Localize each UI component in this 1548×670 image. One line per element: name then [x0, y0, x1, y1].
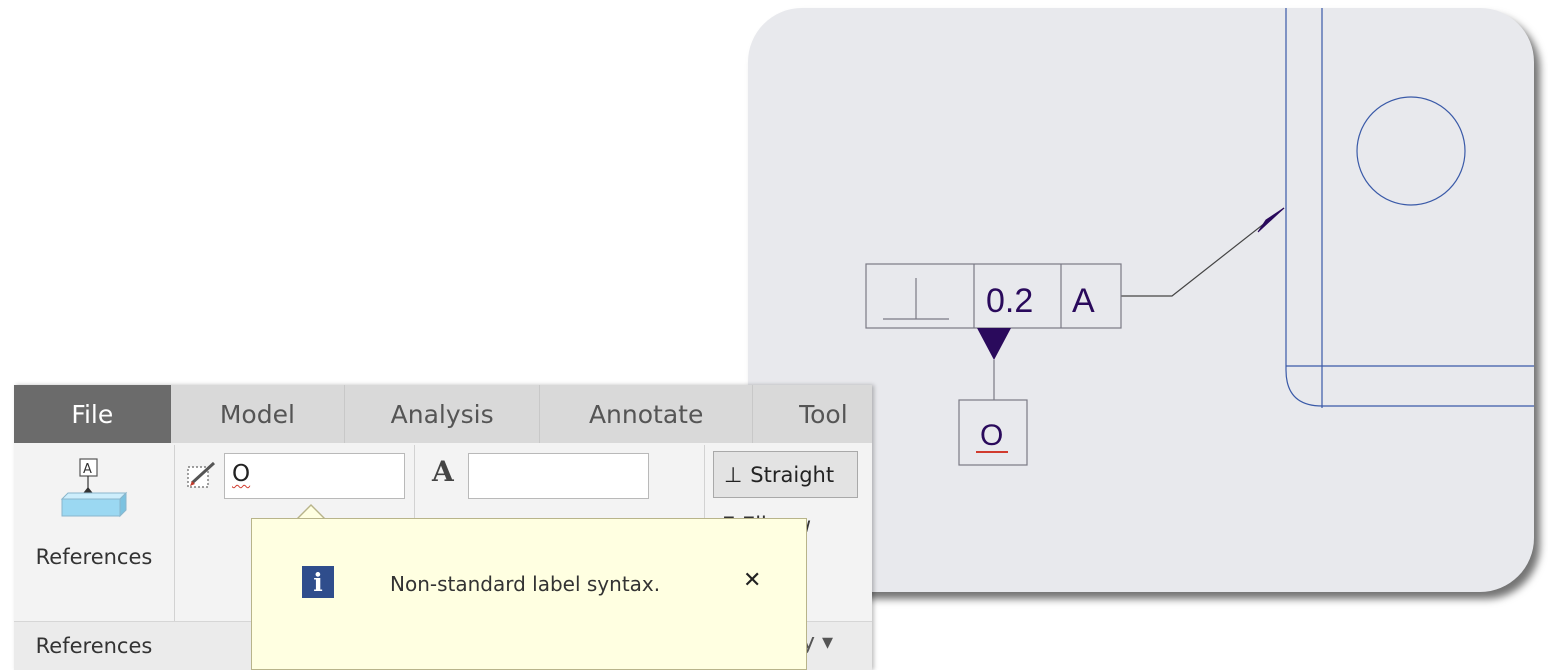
text-input[interactable] — [468, 453, 649, 499]
syntax-warning-tooltip: i Non-standard label syntax. ✕ — [251, 518, 807, 670]
tab-model[interactable]: Model — [171, 385, 346, 443]
svg-text:A: A — [83, 462, 92, 477]
edit-pencil-icon — [186, 461, 220, 495]
part-fillet — [1285, 369, 1323, 407]
gtol-tolerance-value: 0.2 — [986, 282, 1033, 320]
datum-triangle — [977, 328, 1011, 360]
tab-file[interactable]: File — [14, 385, 171, 443]
hole-circle — [1356, 96, 1466, 206]
straight-leader-button[interactable]: ⊥ Straight — [713, 451, 858, 498]
leader-line — [1121, 207, 1285, 297]
references-icon[interactable]: A — [50, 457, 140, 531]
tab-annotate[interactable]: Annotate — [540, 385, 754, 443]
leader-arrowhead — [1257, 207, 1285, 233]
group-separator — [174, 445, 175, 645]
references-button-label[interactable]: References — [14, 545, 174, 569]
tab-tools[interactable]: Tool — [753, 385, 872, 443]
gtol-datum-reference: A — [1072, 282, 1095, 320]
perpendicular-icon: ⊥ — [724, 462, 743, 487]
close-icon[interactable]: ✕ — [743, 568, 761, 593]
font-icon[interactable]: A — [432, 455, 454, 488]
perpendicularity-icon — [883, 278, 949, 320]
datum-label-text: O — [980, 419, 1003, 452]
ribbon: File Model Analysis Annotate Tool A Refe… — [14, 385, 872, 670]
straight-button-label: Straight — [750, 462, 835, 487]
label-input[interactable]: O — [224, 453, 405, 499]
tooltip-message: Non-standard label syntax. — [390, 572, 661, 596]
references-group-label: References — [35, 634, 153, 658]
info-icon: i — [302, 566, 334, 598]
tab-analysis[interactable]: Analysis — [345, 385, 541, 443]
ribbon-tabbar: File Model Analysis Annotate Tool — [14, 385, 872, 443]
